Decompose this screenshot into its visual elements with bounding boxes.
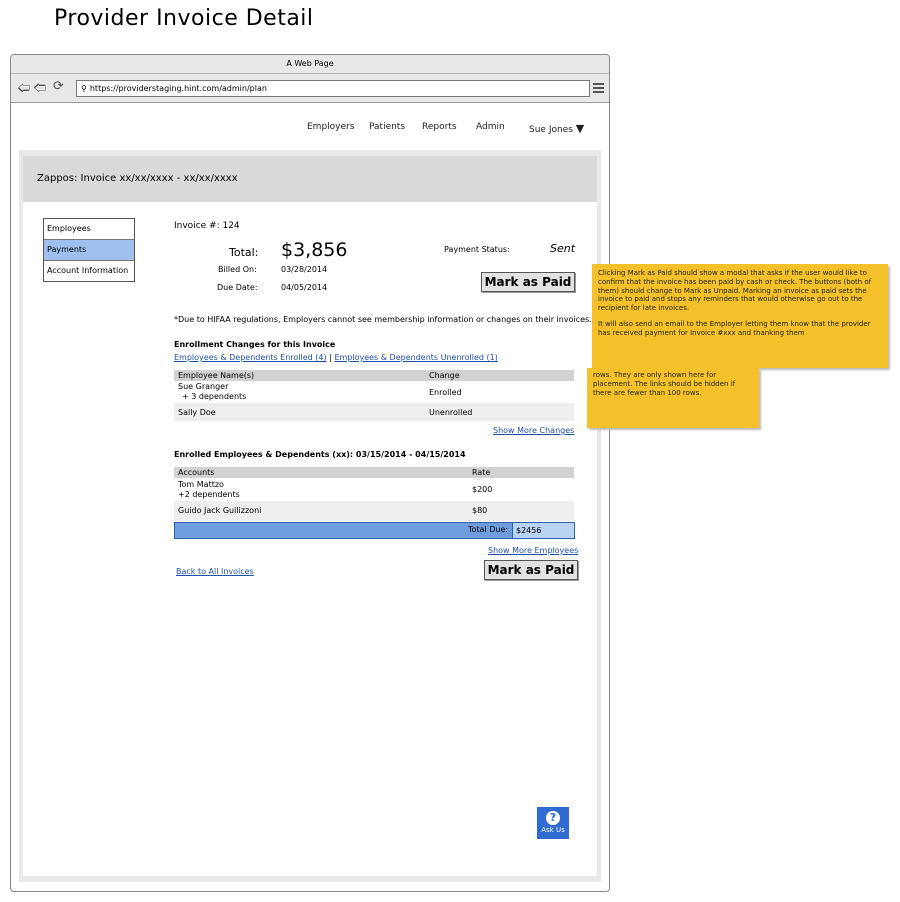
enrollment-changes-heading: Enrollment Changes for this Invoice	[174, 340, 336, 349]
sidebar-item-account-information[interactable]: Account Information	[44, 261, 134, 281]
user-name: Sue Jones	[529, 125, 573, 135]
rate-value: $80	[472, 506, 488, 515]
caret-down-icon: ▼	[575, 122, 585, 135]
unenrolled-link[interactable]: Employees & Dependents Unenrolled (1)	[334, 353, 497, 362]
show-more-changes-link[interactable]: Show More Changes	[493, 426, 574, 435]
billed-on-value: 03/28/2014	[281, 265, 328, 274]
enrolled-table-header: Accounts Rate	[174, 467, 574, 478]
forward-arrow-icon[interactable]: 🢢	[33, 79, 46, 101]
column-header: Accounts	[178, 468, 215, 477]
back-arrow-icon[interactable]: 🢠	[17, 79, 30, 101]
change-value: Unenrolled	[429, 408, 473, 417]
page-title: Provider Invoice Detail	[54, 6, 314, 31]
note-paragraph: It will also send an email to the Employ…	[598, 319, 871, 337]
total-due-row: Total Due: $2456	[174, 522, 575, 539]
hipaa-note: *Due to HIFAA regulations, Employers can…	[174, 315, 592, 324]
sidebar-item-payments[interactable]: Payments	[44, 240, 134, 261]
ask-us-label: Ask Us	[541, 826, 565, 834]
browser-toolbar: 🢠 🢢 ⟳ ⚲ https://providerstaging.hint.com/…	[11, 74, 609, 103]
total-value: $3,856	[281, 239, 348, 261]
help-icon: ?	[546, 811, 560, 825]
changes-table-header: Employee Name(s) Change	[174, 370, 574, 381]
note-paragraph: rows. They are only shown here for place…	[593, 371, 736, 397]
total-label: Total:	[229, 246, 259, 259]
side-nav: Employees Payments Account Information	[43, 218, 135, 282]
show-more-employees-link[interactable]: Show More Employees	[488, 546, 578, 555]
change-value: Enrolled	[429, 388, 462, 397]
search-icon: ⚲	[81, 84, 87, 93]
column-header: Change	[429, 371, 460, 380]
due-date-value: 04/05/2014	[281, 283, 328, 292]
table-row: Sally Doe Unenrolled	[174, 403, 574, 421]
nav-patients[interactable]: Patients	[369, 122, 405, 132]
user-menu[interactable]: Sue Jones ▼	[529, 122, 584, 135]
link-separator: |	[329, 353, 332, 362]
note-paragraph: Clicking Mark as Paid should show a moda…	[598, 269, 872, 313]
enrolled-link[interactable]: Employees & Dependents Enrolled (4)	[174, 353, 327, 362]
dependents-count: +2 dependents	[178, 490, 240, 499]
invoice-number: Invoice #: 124	[174, 221, 240, 231]
employee-name: Sue Granger	[178, 382, 229, 391]
invoice-header: Zappos: Invoice xx/xx/xxxx - xx/xx/xxxx	[23, 156, 597, 202]
ask-us-button[interactable]: ? Ask Us	[537, 807, 569, 839]
browser-window: A Web Page 🢠 🢢 ⟳ ⚲ https://providerstagin…	[10, 54, 610, 892]
enrollment-links: Employees & Dependents Enrolled (4) | Em…	[174, 353, 498, 362]
column-header: Rate	[472, 468, 491, 477]
rate-value: $200	[472, 485, 493, 494]
table-row: Tom Mattzo +2 dependents $200	[174, 478, 574, 501]
nav-reports[interactable]: Reports	[422, 122, 457, 132]
reload-icon[interactable]: ⟳	[53, 79, 64, 94]
account-name: Tom Mattzo	[178, 480, 224, 489]
total-due-value: $2456	[512, 523, 574, 538]
nav-employers[interactable]: Employers	[307, 122, 354, 132]
billed-on-label: Billed On:	[218, 265, 257, 274]
nav-admin[interactable]: Admin	[476, 122, 505, 132]
column-header: Employee Name(s)	[178, 371, 255, 380]
url-text: https://providerstaging.hint.com/admin/p…	[89, 84, 267, 93]
employee-name: Sally Doe	[178, 408, 216, 417]
enrolled-heading: Enrolled Employees & Dependents (xx): 03…	[174, 450, 466, 459]
total-due-label: Total Due:	[468, 525, 509, 534]
main-panel: Zappos: Invoice xx/xx/xxxx - xx/xx/xxxx …	[23, 156, 597, 876]
payment-status-label: Payment Status:	[444, 245, 510, 254]
sidebar-item-employees[interactable]: Employees	[44, 219, 134, 240]
table-row: Sue Granger + 3 dependents Enrolled	[174, 381, 574, 403]
account-name: Guido Jack Guilizzoni	[178, 506, 262, 515]
payment-status-value: Sent	[550, 242, 576, 255]
due-date-label: Due Date:	[217, 283, 258, 292]
annotation-note-continued: rows. They are only shown here for place…	[587, 368, 759, 428]
dependents-count: + 3 dependents	[182, 392, 247, 401]
annotation-note: Clicking Mark as Paid should show a moda…	[592, 264, 888, 368]
mark-as-paid-button[interactable]: Mark as Paid	[481, 272, 575, 292]
hamburger-menu-icon[interactable]	[593, 83, 604, 95]
mark-as-paid-button-bottom[interactable]: Mark as Paid	[484, 560, 578, 580]
table-row: Guido Jack Guilizzoni $80	[174, 501, 574, 521]
content-area: Zappos: Invoice xx/xx/xxxx - xx/xx/xxxx …	[19, 150, 601, 882]
back-to-invoices-link[interactable]: Back to All Invoices	[176, 567, 254, 576]
window-title: A Web Page	[11, 55, 609, 74]
url-bar[interactable]: ⚲ https://providerstaging.hint.com/admin/…	[76, 80, 590, 97]
